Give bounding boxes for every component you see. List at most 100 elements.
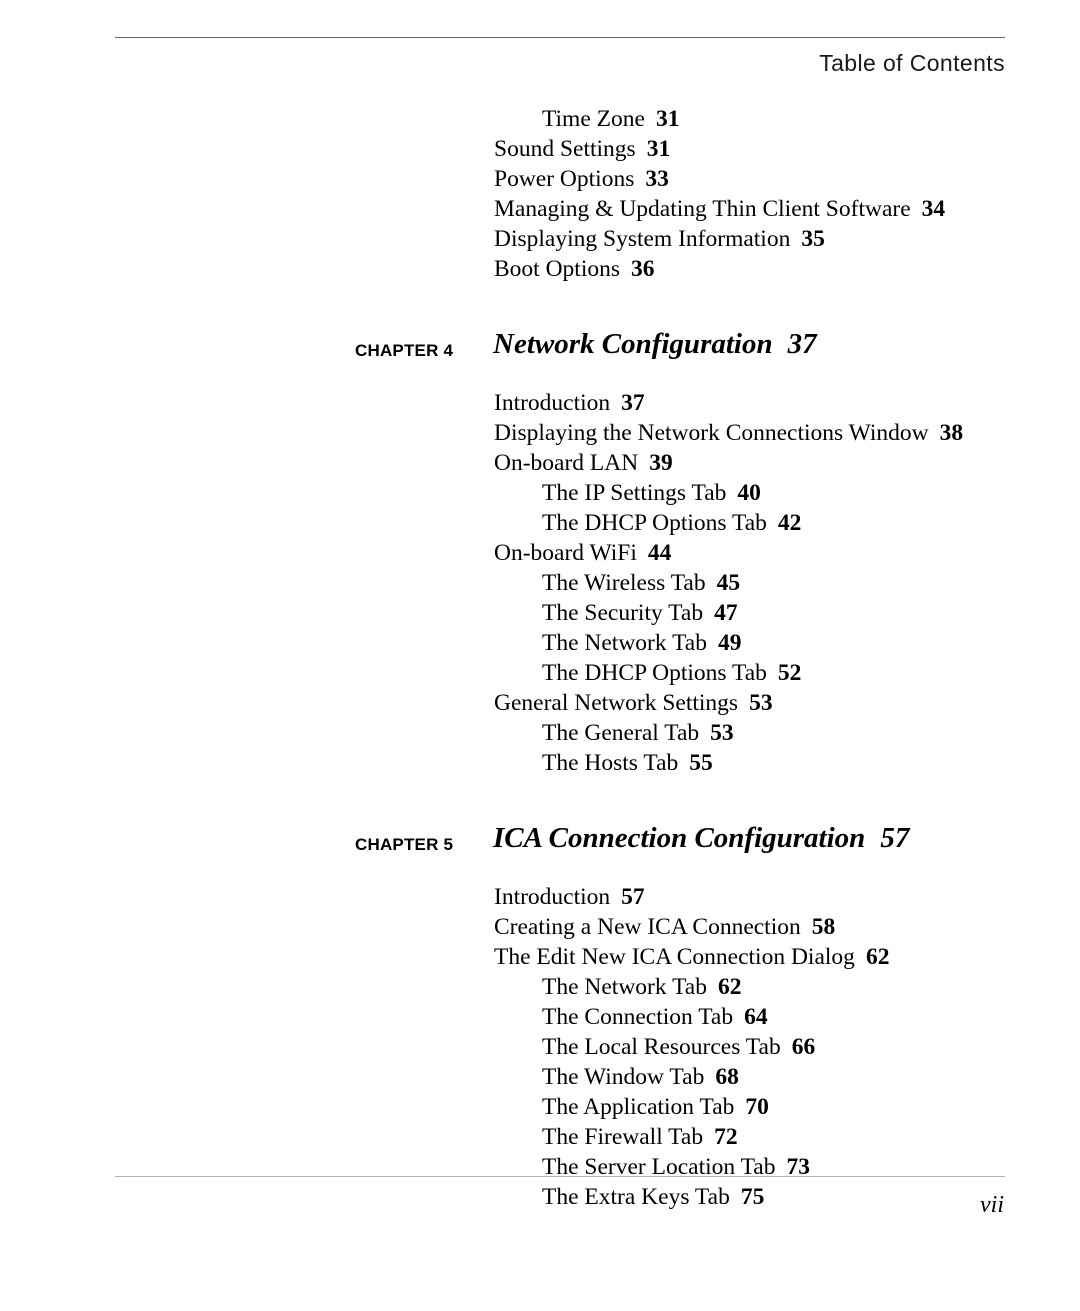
toc-entry-page: 49 [717, 630, 742, 656]
toc-entry-title: The DHCP Options Tab [542, 660, 767, 686]
toc-entry-title: Time Zone [542, 106, 645, 132]
toc-entry-page: 35 [801, 226, 825, 252]
chapter-entry-list: Introduction 57 Creating a New ICA Connect… [0, 882, 1080, 1212]
toc-entry-title: On-board WiFi [494, 540, 637, 566]
toc-entry-title: General Network Settings [494, 690, 739, 716]
toc-entry[interactable]: The Network Tab 49 [0, 628, 1080, 658]
toc-entry-title: The Firewall Tab [542, 1124, 704, 1150]
toc-entry-page: 57 [621, 884, 645, 910]
footer-divider [115, 1176, 1005, 1177]
toc-entry-title: The Network Tab [542, 630, 707, 656]
toc-entry[interactable]: The DHCP Options Tab 42 [0, 508, 1080, 538]
toc-entry[interactable]: On-board WiFi 44 [0, 538, 1080, 568]
toc-entry[interactable]: Boot Options 36 [0, 254, 1080, 284]
toc-entry-page: 37 [621, 390, 645, 416]
toc-entry[interactable]: Creating a New ICA Connection 58 [0, 912, 1080, 942]
header-divider [115, 37, 1005, 38]
toc-entry-page: 72 [714, 1124, 738, 1150]
toc-entry[interactable]: General Network Settings 53 [0, 688, 1080, 718]
toc-entry-title: On-board LAN [494, 450, 639, 476]
toc-entry[interactable]: On-board LAN 39 [0, 448, 1080, 478]
toc-entry-page: 42 [777, 510, 802, 536]
toc-entry-page: 38 [939, 420, 964, 446]
toc-entry[interactable]: The General Tab 53 [0, 718, 1080, 748]
toc-entry-title: The IP Settings Tab [542, 480, 727, 506]
toc-entry-title: The Security Tab [542, 600, 704, 626]
toc-entry[interactable]: The IP Settings Tab 40 [0, 478, 1080, 508]
toc-entry-title: The Edit New ICA Connection Dialog [494, 944, 855, 970]
toc-entry[interactable]: Introduction 57 [0, 882, 1080, 912]
toc-entry[interactable]: The Server Location Tab 73 [0, 1152, 1080, 1182]
toc-entry-page: 44 [647, 540, 672, 566]
table-of-contents: Time Zone 31 Sound Settings 31 Power Options… [0, 104, 1080, 1212]
toc-entry[interactable]: Time Zone 31 [0, 104, 1080, 134]
chapter-title: Network Configuration 37 [493, 328, 817, 361]
chapter-title: ICA Connection Configuration 57 [493, 822, 909, 855]
toc-entry[interactable]: The Application Tab 70 [0, 1092, 1080, 1122]
toc-entry[interactable]: The Security Tab 47 [0, 598, 1080, 628]
toc-entry-title: Displaying System Information [494, 226, 791, 252]
toc-entry[interactable]: The Network Tab 62 [0, 972, 1080, 1002]
toc-entry[interactable]: The Hosts Tab 55 [0, 748, 1080, 778]
toc-entry[interactable]: The Extra Keys Tab 75 [0, 1182, 1080, 1212]
toc-entry-page: 68 [715, 1064, 739, 1090]
toc-entry[interactable]: The Window Tab 68 [0, 1062, 1080, 1092]
toc-entry-page: 62 [865, 944, 890, 970]
toc-entry-page: 53 [710, 720, 734, 746]
toc-entry-title: Power Options [494, 166, 635, 192]
chapter-label: CHAPTER 4 [355, 341, 454, 360]
toc-entry[interactable]: Power Options 33 [0, 164, 1080, 194]
toc-entry-title: Introduction [494, 390, 611, 416]
toc-entry[interactable]: The Firewall Tab 72 [0, 1122, 1080, 1152]
toc-entry[interactable]: The DHCP Options Tab 52 [0, 658, 1080, 688]
toc-entry-page: 66 [791, 1034, 816, 1060]
toc-entry-title: Introduction [494, 884, 611, 910]
chapter-title-text: ICA Connection Configuration [493, 822, 866, 854]
toc-entry[interactable]: The Edit New ICA Connection Dialog 62 [0, 942, 1080, 972]
toc-entry-title: Sound Settings [494, 136, 636, 162]
chapter-heading[interactable]: CHAPTER 5 ICA Connection Configuration 57 [0, 822, 1080, 876]
toc-entry-page: 75 [740, 1184, 765, 1210]
toc-entry-page: 31 [655, 106, 680, 132]
toc-entry-title: The Extra Keys Tab [542, 1184, 730, 1210]
toc-entry-page: 58 [811, 914, 836, 940]
toc-entry-title: The Window Tab [542, 1064, 705, 1090]
toc-entry[interactable]: Displaying the Network Connections Windo… [0, 418, 1080, 448]
toc-entry-title: The General Tab [542, 720, 700, 746]
toc-page: Table of Contents Time Zone 31 Sound Setti… [0, 0, 1080, 1311]
toc-entry-page: 52 [777, 660, 802, 686]
toc-entry-title: Displaying the Network Connections Windo… [494, 420, 929, 446]
toc-entry-page: 33 [645, 166, 669, 192]
toc-entry[interactable]: Managing & Updating Thin Client Software… [0, 194, 1080, 224]
chapter-heading[interactable]: CHAPTER 4 Network Configuration 37 [0, 328, 1080, 382]
toc-entry-title: The Connection Tab [542, 1004, 734, 1030]
toc-entry[interactable]: The Connection Tab 64 [0, 1002, 1080, 1032]
toc-entry-page: 34 [921, 196, 946, 222]
chapter-label: CHAPTER 5 [355, 835, 454, 854]
toc-entry[interactable]: Displaying System Information 35 [0, 224, 1080, 254]
toc-entry-title: The Local Resources Tab [542, 1034, 781, 1060]
toc-entry-title: The DHCP Options Tab [542, 510, 767, 536]
chapter-entry-list: Introduction 37 Displaying the Network Con… [0, 388, 1080, 778]
toc-entry[interactable]: The Wireless Tab 45 [0, 568, 1080, 598]
toc-entry[interactable]: The Local Resources Tab 66 [0, 1032, 1080, 1062]
toc-entry-title: The Hosts Tab [542, 750, 679, 776]
toc-entry-page: 70 [745, 1094, 769, 1120]
toc-entry[interactable]: Sound Settings 31 [0, 134, 1080, 164]
toc-entry-page: 55 [689, 750, 713, 776]
toc-entry-title: The Wireless Tab [542, 570, 706, 596]
chapter-title-text: Network Configuration [493, 328, 773, 360]
toc-entry-page: 64 [744, 1004, 768, 1030]
page-number: vii [980, 1192, 1004, 1218]
toc-entry-page: 39 [649, 450, 673, 476]
toc-entry-page: 36 [631, 256, 655, 282]
toc-entry-title: Boot Options [494, 256, 621, 282]
toc-entry-title: Managing & Updating Thin Client Software [494, 196, 911, 222]
toc-entry-page: 40 [737, 480, 761, 506]
toc-entry[interactable]: Introduction 37 [0, 388, 1080, 418]
toc-leading-entries: Time Zone 31 Sound Settings 31 Power Options… [0, 104, 1080, 284]
toc-entry-page: 47 [714, 600, 738, 626]
toc-entry-title: The Application Tab [542, 1094, 735, 1120]
toc-entry-title: The Network Tab [542, 974, 707, 1000]
toc-entry-page: 53 [749, 690, 773, 716]
